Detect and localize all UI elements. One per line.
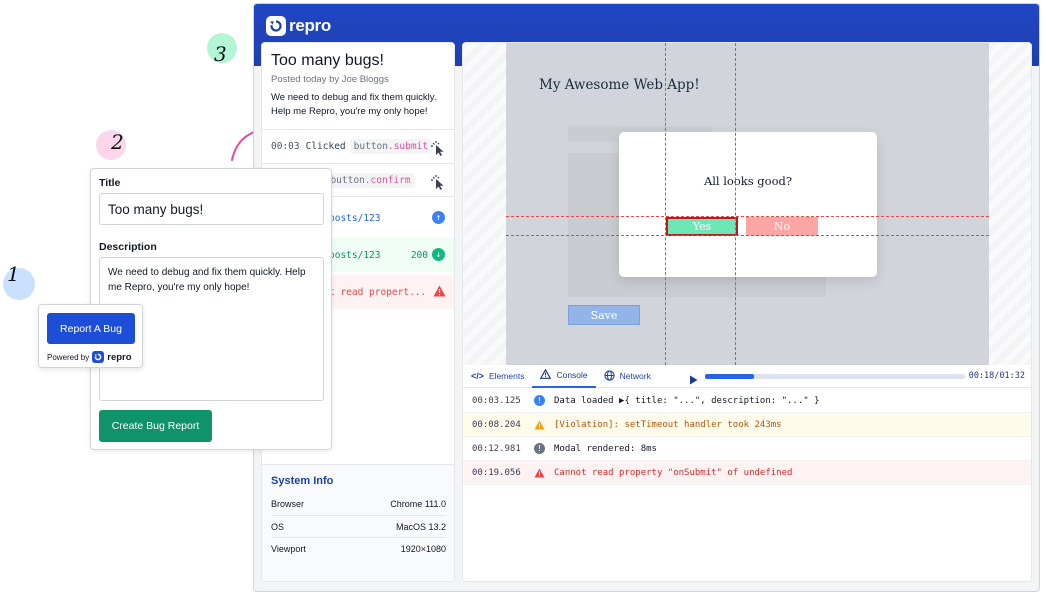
event-target-tag: button.confirm (326, 172, 415, 188)
save-button[interactable]: Save (568, 305, 640, 325)
event-row[interactable]: 00:03 Clicked button.submit (262, 129, 454, 163)
powered-brand: repro (107, 351, 132, 363)
error-text: t read propert... (329, 286, 427, 298)
powered-by: Powered by repro (47, 351, 132, 363)
code-icon: </> (471, 371, 485, 381)
playback-time: 00:18/01:32 (968, 371, 1025, 381)
repro-logo-icon (266, 16, 286, 36)
system-info-row: OS MacOS 13.2 (271, 515, 446, 537)
bug-description: We need to debug and fix them quickly. H… (271, 92, 437, 117)
report-a-bug-button[interactable]: Report A Bug (47, 313, 135, 344)
globe-icon (603, 369, 615, 383)
info-icon: ! (534, 443, 545, 454)
step-number-two: 2 (111, 130, 124, 154)
repro-logo[interactable]: repro (266, 16, 331, 36)
step-number-one: 1 (7, 262, 20, 286)
system-info: System Info Browser Chrome 111.0 OS MacOS … (262, 464, 454, 581)
arrow-down-icon: ↓ (432, 248, 445, 261)
confirm-modal: All looks good? Yes No (619, 132, 877, 277)
console-log-row[interactable]: 00:03.125 ! Data loaded ▶{ title: "...",… (463, 389, 1031, 413)
response-status: 200 (410, 249, 428, 261)
playback-timeline[interactable] (705, 374, 965, 379)
session-replay-panel: My Awesome Web App! All looks good? Yes … (462, 42, 1032, 582)
cursor-click-icon (430, 140, 446, 159)
click-guide-line (506, 216, 989, 217)
devtools-panel: </> Elements Console Network 00:18/01:32… (463, 365, 1031, 581)
click-guide-line (506, 235, 989, 236)
arrow-up-icon: ↑ (432, 211, 445, 224)
description-label: Description (99, 241, 157, 253)
repro-app-window: repro Too many bugs! Posted today by Joe… (253, 3, 1040, 592)
warning-icon (534, 420, 545, 430)
tab-elements[interactable]: </> Elements (463, 365, 532, 388)
info-icon: ! (534, 395, 545, 406)
console-log-row[interactable]: 00:08.204 [Violation]: setTimeout handle… (463, 413, 1031, 437)
warning-triangle-icon (540, 368, 552, 381)
system-info-title: System Info (271, 475, 334, 487)
play-icon[interactable] (689, 372, 698, 390)
cursor-click-icon (430, 174, 446, 193)
request-path: posts/123 (329, 212, 381, 224)
error-icon (534, 468, 545, 478)
replayed-page-heading: My Awesome Web App! (539, 77, 700, 93)
no-button[interactable]: No (746, 217, 818, 236)
console-log-row[interactable]: 00:19.056 Cannot read property "onSubmit… (463, 461, 1031, 485)
step-number-three: 3 (214, 42, 227, 66)
modal-question: All looks good? (703, 174, 793, 188)
playback-progress (705, 374, 755, 379)
yes-button[interactable]: Yes (666, 217, 738, 236)
warning-icon (433, 285, 446, 300)
response-path: posts/123 (329, 249, 381, 261)
event-time: 00:03 (271, 141, 300, 152)
replayed-page: My Awesome Web App! All looks good? Yes … (506, 43, 989, 365)
event-target-tag: button.submit (349, 139, 433, 154)
title-label: Title (99, 177, 121, 189)
system-info-row: Viewport 1920×1080 (271, 537, 446, 559)
console-log-row[interactable]: 00:12.981 ! Modal rendered: 8ms (463, 437, 1031, 461)
repro-logo-icon (92, 351, 105, 363)
tab-network[interactable]: Network (596, 365, 659, 388)
click-guide-line (735, 43, 736, 365)
report-bug-widget: Report A Bug Powered by repro (38, 304, 143, 368)
create-bug-report-button[interactable]: Create Bug Report (99, 410, 212, 442)
brand-name: repro (289, 16, 331, 35)
title-input[interactable] (99, 193, 324, 225)
tab-console[interactable]: Console (532, 365, 596, 388)
click-guide-line (665, 43, 666, 365)
replay-viewport: My Awesome Web App! All looks good? Yes … (463, 43, 1031, 365)
bug-meta: Posted today by Joe Bloggs (271, 74, 389, 85)
event-action: Clicked (305, 141, 346, 152)
system-info-row: Browser Chrome 111.0 (271, 499, 446, 509)
bug-title: Too many bugs! (271, 52, 384, 69)
